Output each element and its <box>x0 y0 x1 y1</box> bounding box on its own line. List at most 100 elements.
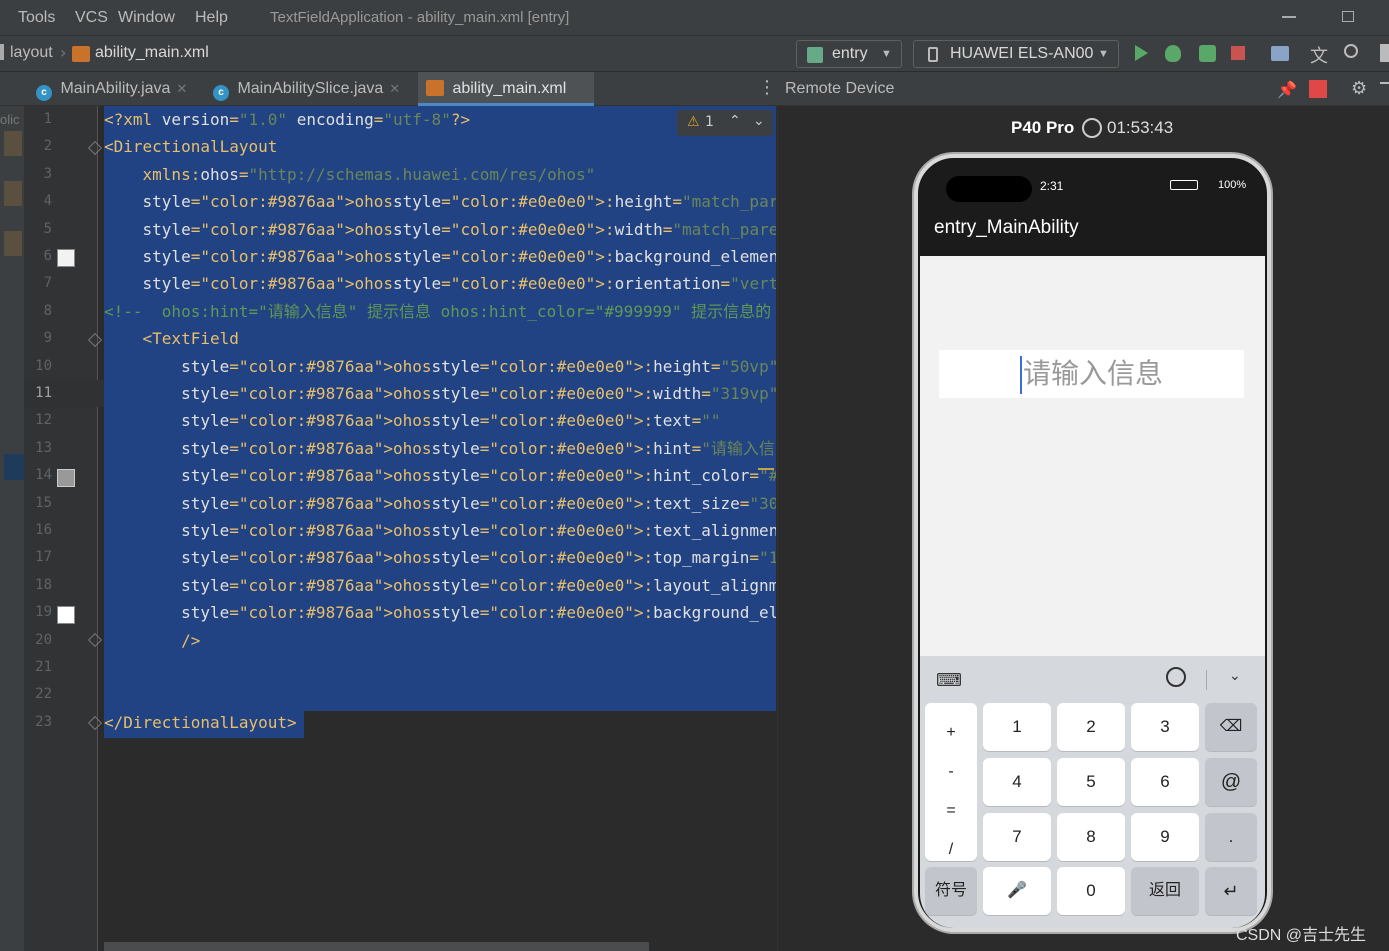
keyboard-settings-icon[interactable]: ⌨ <box>936 670 962 691</box>
code-line[interactable]: <TextField <box>104 326 239 352</box>
hide-icon[interactable] <box>1380 82 1389 84</box>
line-number: 8 <box>43 302 52 319</box>
java-class-icon: c <box>213 85 229 101</box>
menu-tools[interactable]: Tools <box>18 9 55 27</box>
code-line[interactable]: style="color:#9876aa">ohosstyle="color:#… <box>104 600 776 626</box>
pin-icon[interactable]: 📌 <box>1277 80 1297 99</box>
key-minus[interactable]: - <box>925 752 977 791</box>
key-3[interactable]: 3 <box>1131 703 1199 751</box>
text-field-hint: 请输入信息 <box>1022 357 1163 390</box>
close-icon[interactable]: ✕ <box>176 81 187 96</box>
code-line[interactable]: style="color:#9876aa">ohosstyle="color:#… <box>104 354 776 380</box>
key-slash[interactable]: / <box>925 830 977 869</box>
code-line[interactable]: /> <box>104 628 200 654</box>
key-1[interactable]: 1 <box>983 703 1051 751</box>
run-config-select[interactable]: entry ▼ <box>796 40 902 68</box>
key-2[interactable]: 2 <box>1057 703 1125 751</box>
attach-debugger-icon[interactable] <box>1199 45 1216 62</box>
stop-icon[interactable] <box>1231 46 1245 60</box>
color-swatch-999999[interactable] <box>57 469 75 487</box>
overflow-icon[interactable] <box>1380 44 1389 62</box>
breadcrumb-layout[interactable]: layout <box>10 44 53 62</box>
key-4[interactable]: 4 <box>983 758 1051 806</box>
translate-icon[interactable]: 文 <box>1310 42 1328 68</box>
code-line[interactable]: style="color:#9876aa">ohosstyle="color:#… <box>104 271 776 297</box>
menu-vcs[interactable]: VCS <box>75 9 108 27</box>
key-7[interactable]: 7 <box>983 813 1051 861</box>
code-line[interactable]: style="color:#9876aa">ohosstyle="color:#… <box>104 573 776 599</box>
code-line[interactable]: <DirectionalLayout <box>104 134 277 160</box>
close-icon[interactable]: ✕ <box>389 81 400 96</box>
menu-window[interactable]: Window <box>118 9 175 27</box>
code-line[interactable]: style="color:#9876aa">ohosstyle="color:#… <box>104 244 776 270</box>
text-field[interactable]: 请输入信息 <box>939 350 1244 398</box>
previous-highlight-icon[interactable]: ⌃ <box>729 113 741 129</box>
enter-icon[interactable]: ↵ <box>1205 867 1257 915</box>
gear-icon[interactable]: ⚙ <box>1351 78 1367 99</box>
session-timer: 01:53:43 <box>1107 118 1174 137</box>
code-line[interactable]: </DirectionalLayout> <box>104 710 297 736</box>
line-number: 15 <box>35 494 52 511</box>
more-options-icon[interactable]: ⋮ <box>758 79 776 97</box>
tab-main-ability-slice[interactable]: c MainAbilitySlice.java ✕ <box>213 72 411 106</box>
code-line[interactable]: xmlns:ohos="http://schemas.huawei.com/re… <box>104 162 596 188</box>
menu-help[interactable]: Help <box>195 9 228 27</box>
warning-stripe[interactable] <box>758 468 774 470</box>
phone-icon <box>928 47 938 62</box>
stop-device-icon[interactable] <box>1309 80 1327 98</box>
project-structure-icon[interactable] <box>1271 46 1289 61</box>
warning-count: 1 <box>705 114 714 130</box>
debug-icon[interactable] <box>1165 45 1181 62</box>
tab-ability-main-xml[interactable]: ability_main.xml <box>418 72 594 106</box>
key-dot[interactable]: . <box>1205 813 1257 861</box>
emoji-icon[interactable] <box>1166 667 1186 687</box>
code-line[interactable]: style="color:#9876aa">ohosstyle="color:#… <box>104 436 776 462</box>
search-icon[interactable] <box>1344 44 1358 58</box>
line-number: 21 <box>35 659 52 675</box>
run-icon[interactable] <box>1135 45 1148 61</box>
restore-icon[interactable] <box>1342 11 1354 22</box>
horizontal-scrollbar[interactable] <box>104 942 649 951</box>
device-select[interactable]: HUAWEI ELS-AN00 ▼ <box>913 40 1119 68</box>
warning-icon[interactable]: ⚠ <box>687 114 700 130</box>
line-number: 9 <box>43 330 52 347</box>
key-0[interactable]: 0 <box>1057 867 1125 915</box>
collapse-keyboard-icon[interactable]: ⌄ <box>1229 668 1241 684</box>
remote-device-title: Remote Device <box>785 80 895 97</box>
key-8[interactable]: 8 <box>1057 813 1125 861</box>
text-cursor <box>1019 356 1022 394</box>
code-line[interactable]: style="color:#9876aa">ohosstyle="color:#… <box>104 463 776 489</box>
line-number: 16 <box>35 522 52 538</box>
code-line[interactable]: style="color:#9876aa">ohosstyle="color:#… <box>104 217 776 243</box>
code-line[interactable]: <?xml version="1.0" encoding="utf-8"?> <box>104 107 470 133</box>
key-9[interactable]: 9 <box>1131 813 1199 861</box>
color-swatch-ffffff[interactable] <box>57 606 75 624</box>
line-number: 22 <box>35 686 52 703</box>
key-back[interactable]: 返回 <box>1131 867 1199 915</box>
code-line[interactable]: style="color:#9876aa">ohosstyle="color:#… <box>104 189 776 215</box>
breadcrumb-chevron-icon: › <box>60 43 67 62</box>
code-line[interactable]: <!-- ohos:hint="请输入信息" 提示信息 ohos:hint_co… <box>104 299 771 325</box>
color-swatch-f2f2f2[interactable] <box>57 249 75 267</box>
project-item-marker <box>4 131 22 156</box>
next-highlight-icon[interactable]: ⌄ <box>753 113 765 129</box>
key-6[interactable]: 6 <box>1131 758 1199 806</box>
code-editor[interactable]: <?xml version="1.0" encoding="utf-8"?> <D… <box>104 106 776 951</box>
tab-main-ability[interactable]: c MainAbility.java ✕ <box>36 72 208 106</box>
key-plus[interactable]: + <box>925 713 977 752</box>
key-equals[interactable]: = <box>925 791 977 830</box>
key-at[interactable]: @ <box>1205 758 1257 806</box>
code-line[interactable]: style="color:#9876aa">ohosstyle="color:#… <box>104 408 720 434</box>
minimize-icon[interactable] <box>1282 16 1296 18</box>
code-line[interactable]: style="color:#9876aa">ohosstyle="color:#… <box>104 491 776 517</box>
code-line[interactable]: style="color:#9876aa">ohosstyle="color:#… <box>104 518 776 544</box>
microphone-icon[interactable]: 🎤 <box>983 867 1051 915</box>
backspace-icon[interactable]: ⌫ <box>1205 703 1257 751</box>
project-item-marker <box>4 181 22 206</box>
code-line[interactable]: style="color:#9876aa">ohosstyle="color:#… <box>104 545 776 571</box>
key-symbols[interactable]: 符号 <box>925 867 977 915</box>
code-line[interactable]: style="color:#9876aa">ohosstyle="color:#… <box>104 381 776 407</box>
timer-icon <box>1082 118 1102 138</box>
breadcrumb-file[interactable]: ability_main.xml <box>95 44 209 62</box>
key-5[interactable]: 5 <box>1057 758 1125 806</box>
